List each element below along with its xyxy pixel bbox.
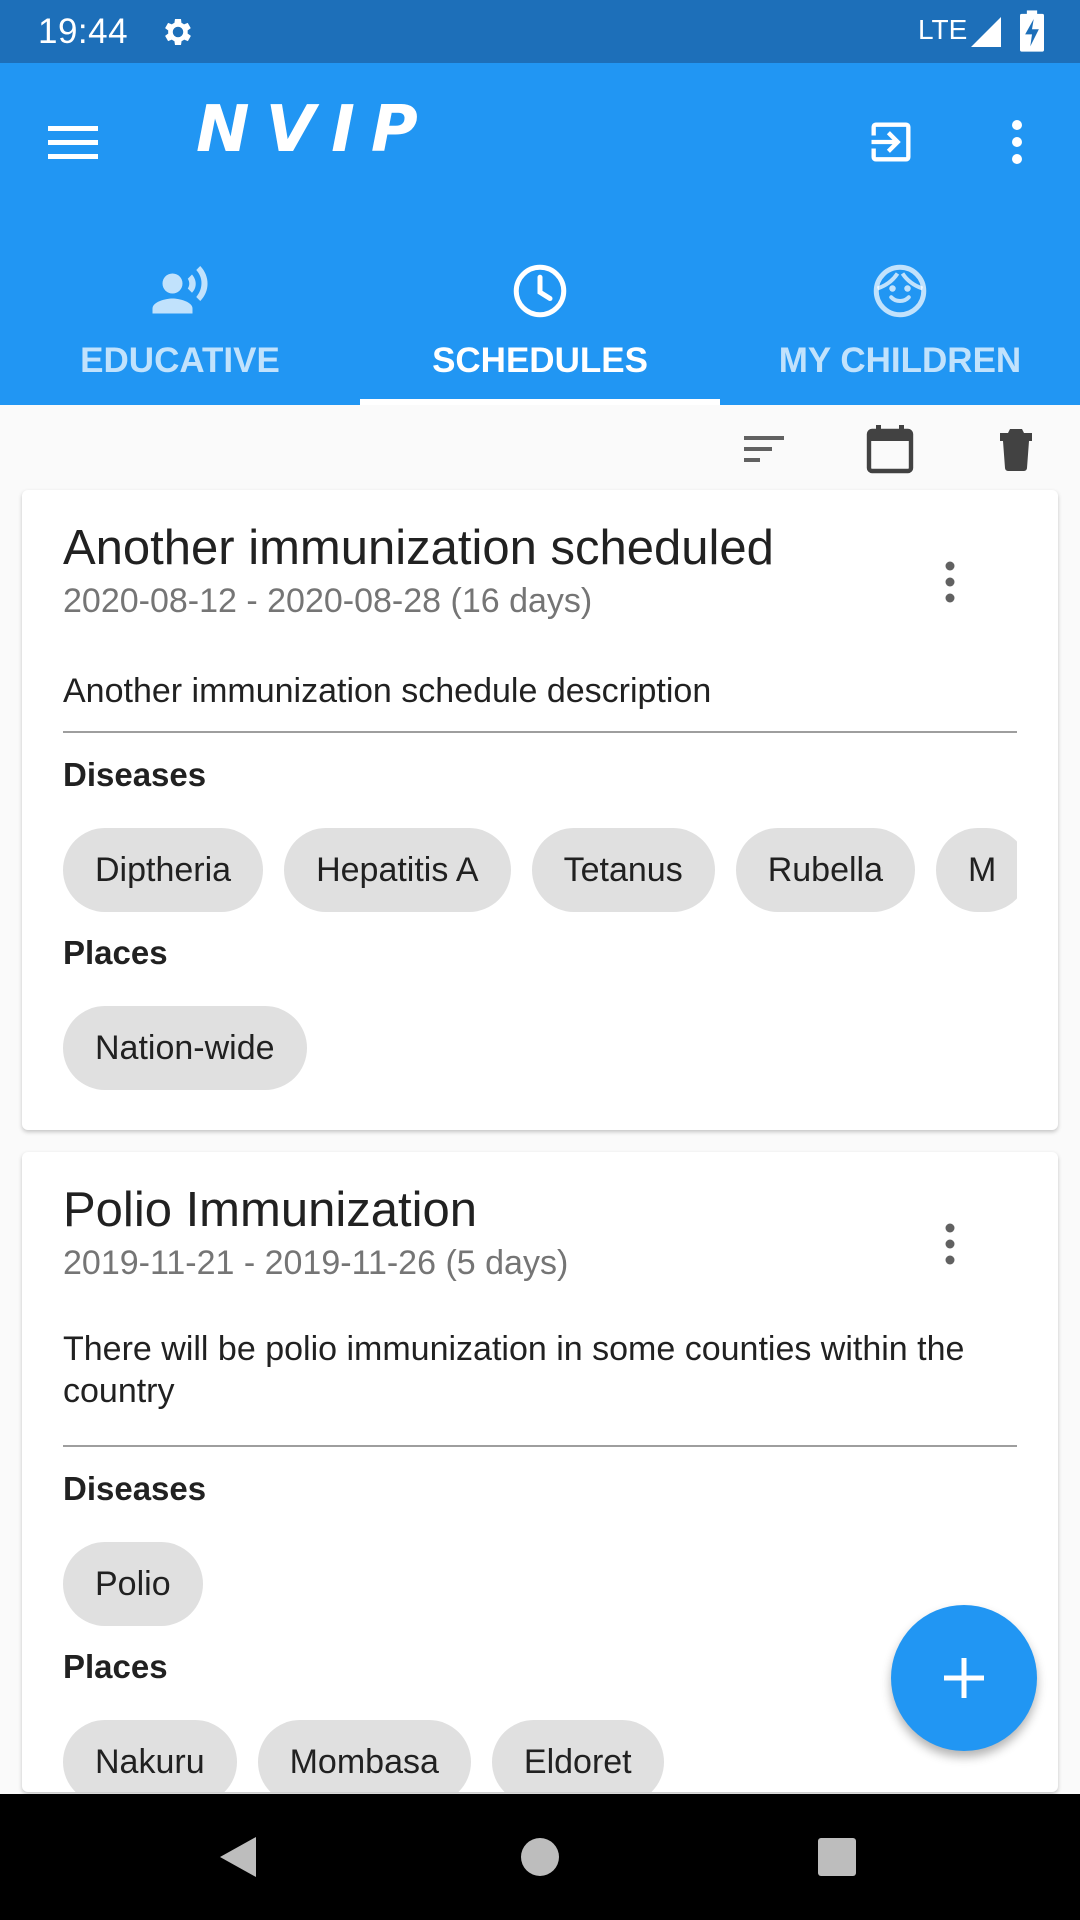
more-vert-icon xyxy=(1012,120,1022,164)
schedule-more-button[interactable] xyxy=(922,1214,978,1274)
more-vert-icon xyxy=(945,561,955,603)
hamburger-menu-icon xyxy=(48,126,98,159)
home-button[interactable] xyxy=(507,1824,573,1890)
diseases-label: Diseases xyxy=(63,1470,207,1507)
delete-icon xyxy=(1000,429,1032,471)
schedule-description: Another immunization schedule descriptio… xyxy=(63,672,712,710)
record-voice-icon xyxy=(152,266,208,314)
schedule-more-button[interactable] xyxy=(922,552,978,612)
battery-charging-icon xyxy=(1020,10,1044,52)
place-chip[interactable]: Eldoret xyxy=(491,1720,664,1792)
sort-icon xyxy=(744,436,784,462)
disease-chip[interactable]: Hepatitis A xyxy=(284,828,511,912)
delete-button[interactable] xyxy=(988,421,1044,477)
diseases-label: Diseases xyxy=(63,756,207,793)
app-bar: NVIP EDUCATIVE SCHEDULES MY CHILDREN xyxy=(0,63,1080,405)
system-nav-bar xyxy=(0,1794,1080,1920)
schedule-description: There will be polio immunization in some… xyxy=(63,1330,965,1410)
place-chip[interactable]: Nation-wide xyxy=(63,1006,307,1090)
more-vert-icon xyxy=(945,1223,955,1265)
tab-label-educative: EDUCATIVE xyxy=(80,341,280,380)
exit-to-app-icon xyxy=(871,122,911,162)
status-bar: 19:44 LTE xyxy=(0,0,1080,63)
menu-button[interactable] xyxy=(38,107,108,177)
home-icon xyxy=(521,1838,559,1876)
add-schedule-button[interactable] xyxy=(891,1605,1037,1751)
recents-icon xyxy=(818,1838,856,1876)
tab-label-my-children: MY CHILDREN xyxy=(778,341,1022,380)
disease-chip[interactable]: M xyxy=(936,828,1017,912)
calendar-icon xyxy=(866,425,914,474)
back-button[interactable] xyxy=(204,1824,270,1890)
places-label: Places xyxy=(63,1648,168,1685)
schedule-dates: 2020-08-12 - 2020-08-28 (16 days) xyxy=(63,582,593,620)
tab-schedules[interactable]: SCHEDULES xyxy=(360,233,720,405)
diseases-chip-row[interactable]: Diptheria Hepatitis A Tetanus Rubella M xyxy=(63,828,1017,912)
logout-button[interactable] xyxy=(856,107,926,177)
settings-gear-icon xyxy=(165,18,191,46)
back-icon xyxy=(220,1837,256,1877)
divider xyxy=(63,731,1017,733)
place-chip[interactable]: Mombasa xyxy=(257,1720,471,1792)
tab-label-schedules: SCHEDULES xyxy=(432,341,648,380)
schedule-dates: 2019-11-21 - 2019-11-26 (5 days) xyxy=(63,1244,569,1282)
schedule-card[interactable]: Another immunization scheduled 2020-08-1… xyxy=(22,490,1058,1130)
diseases-chip-row[interactable]: Polio xyxy=(63,1542,1017,1626)
clock-icon xyxy=(513,264,567,318)
schedule-toolbar xyxy=(0,405,1080,493)
calendar-button[interactable] xyxy=(862,421,918,477)
place-chip[interactable]: Nakuru xyxy=(63,1720,237,1792)
child-face-icon xyxy=(873,264,927,318)
disease-chip[interactable]: Polio xyxy=(63,1542,203,1626)
signal-icon xyxy=(971,17,1001,47)
disease-chip[interactable]: Diptheria xyxy=(63,828,264,912)
network-type: LTE xyxy=(918,14,968,45)
places-chip-row[interactable]: Nakuru Mombasa Eldoret xyxy=(63,1720,1017,1792)
recents-button[interactable] xyxy=(804,1824,870,1890)
places-label: Places xyxy=(63,934,168,971)
tab-bar: EDUCATIVE SCHEDULES MY CHILDREN xyxy=(0,233,1080,405)
status-time: 19:44 xyxy=(38,12,129,51)
divider xyxy=(63,1445,1017,1447)
tab-my-children[interactable]: MY CHILDREN xyxy=(720,233,1080,405)
add-icon xyxy=(944,1658,984,1698)
sort-button[interactable] xyxy=(736,421,792,477)
schedule-title: Polio Immunization xyxy=(63,1183,477,1237)
tab-educative[interactable]: EDUCATIVE xyxy=(0,233,360,405)
overflow-menu-button[interactable] xyxy=(982,107,1052,177)
places-chip-row[interactable]: Nation-wide xyxy=(63,1006,1017,1090)
disease-chip[interactable]: Tetanus xyxy=(531,828,715,912)
disease-chip[interactable]: Rubella xyxy=(735,828,916,912)
app-title: NVIP xyxy=(196,93,434,167)
schedule-title: Another immunization scheduled xyxy=(63,521,774,575)
